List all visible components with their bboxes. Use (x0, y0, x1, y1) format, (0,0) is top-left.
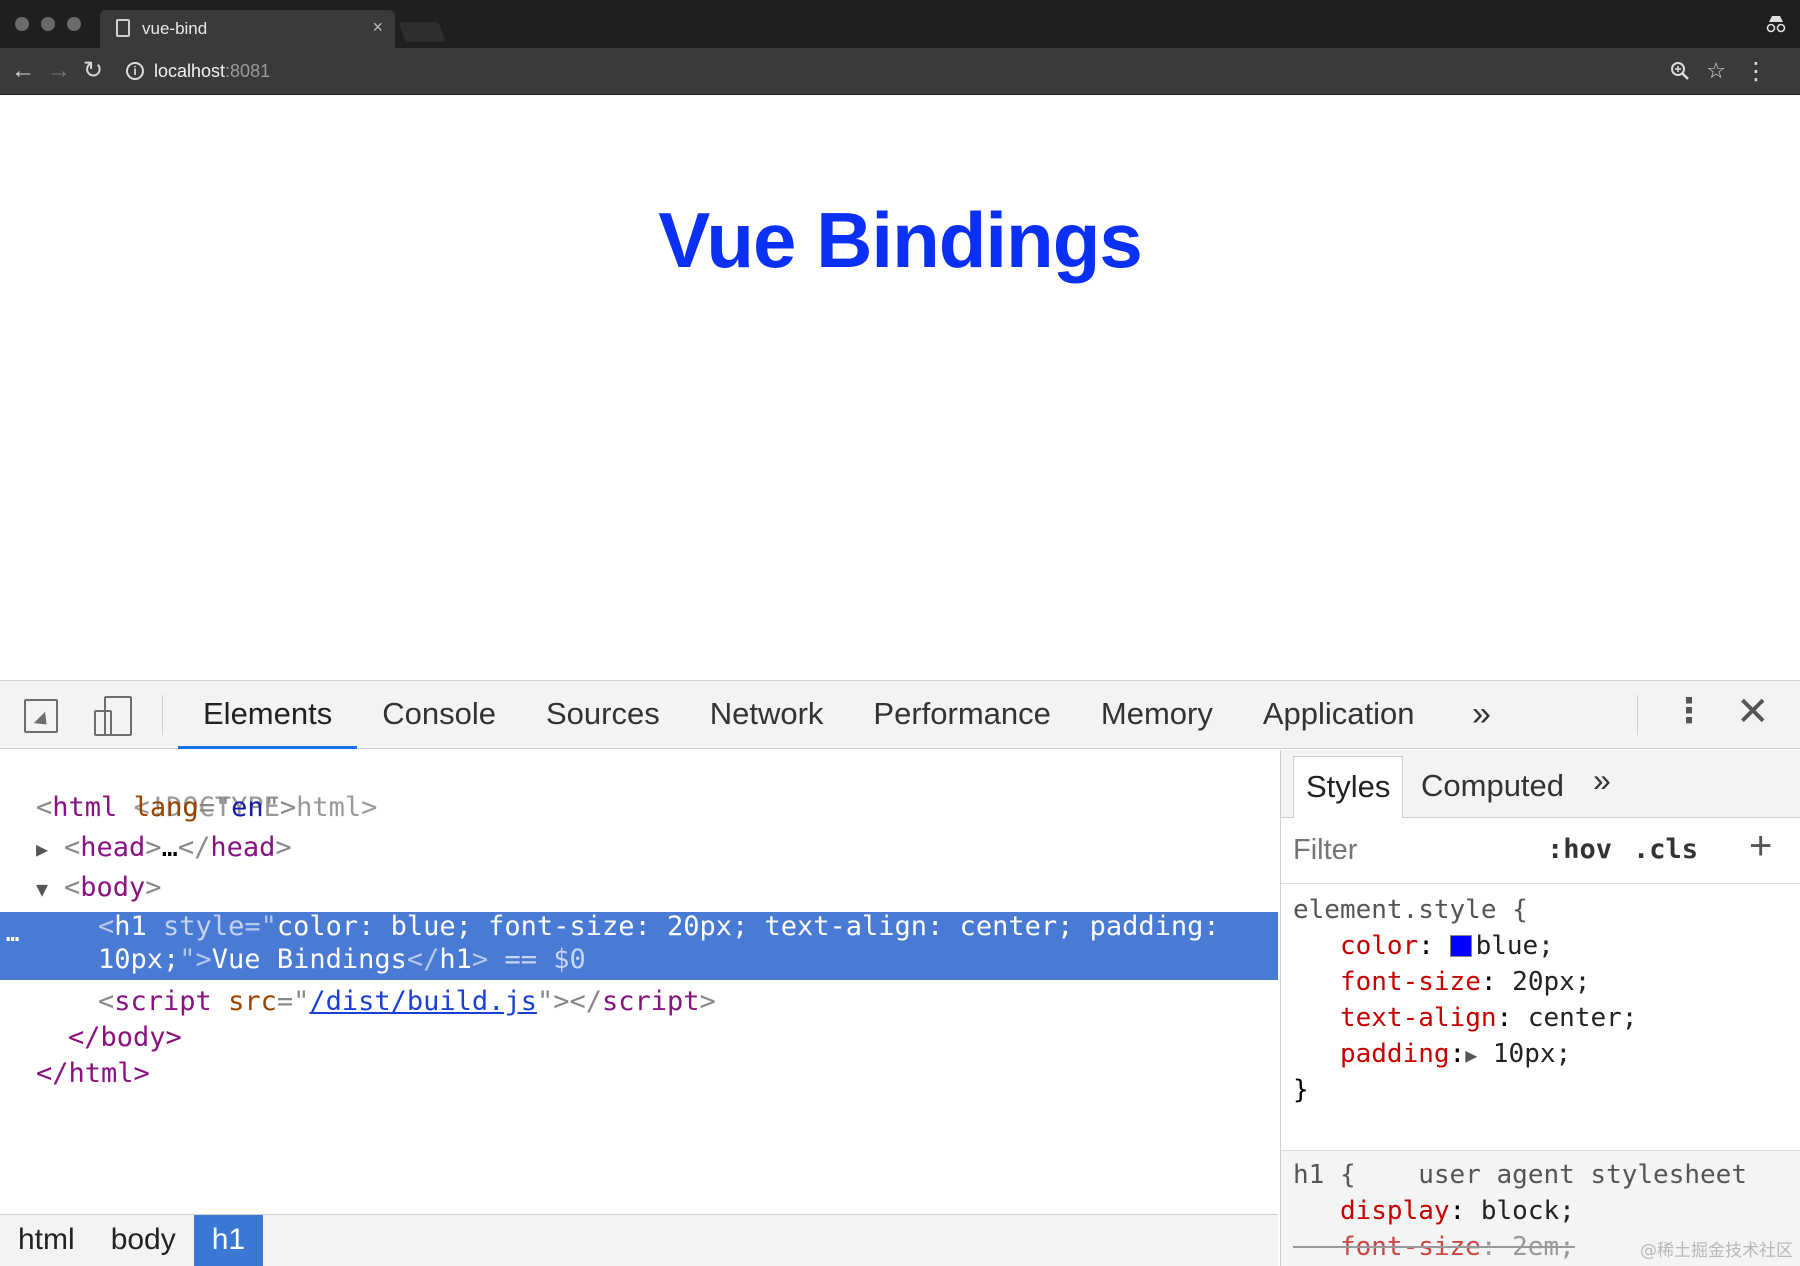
breadcrumb: html body h1 (0, 1214, 1278, 1266)
collapse-triangle-icon[interactable]: ▼ (36, 871, 64, 907)
reload-icon[interactable]: ↻ (83, 58, 103, 84)
ua-prop-display[interactable]: display: block; (1281, 1193, 1800, 1229)
elements-tree: <!DOCTYPE html> <html lang="en"> ▶ <head>… (0, 750, 1280, 1266)
dom-h1-line1: <h1 style="color: blue; font-size: 20px;… (98, 911, 1220, 942)
script-src-link[interactable]: /dist/build.js (309, 986, 537, 1017)
styles-filter-input[interactable] (1293, 834, 1493, 867)
style-prop-padding[interactable]: padding:▶ 10px; (1281, 1036, 1800, 1072)
styles-tabbar: Styles Computed » (1281, 750, 1800, 818)
ua-source-label: user agent stylesheet (1418, 1160, 1747, 1190)
dom-body-node[interactable]: ▼ <body> (36, 870, 162, 906)
devtools-panel: Elements Console Sources Network Perform… (0, 680, 1800, 1266)
maximize-window-button[interactable] (67, 17, 81, 31)
tab-sources[interactable]: Sources (521, 681, 685, 749)
tab-application[interactable]: Application (1238, 681, 1440, 749)
ua-rule-header: h1 { user agent stylesheet (1293, 1160, 1747, 1190)
page-viewport: Vue Bindings (0, 95, 1800, 680)
style-prop-text-align[interactable]: text-align: center; (1281, 1000, 1800, 1036)
incognito-icon (1766, 14, 1786, 34)
watermark: @稀土掘金技术社区 (1640, 1241, 1793, 1261)
zoom-icon[interactable] (1670, 61, 1690, 87)
user-agent-rule: h1 { user agent stylesheet display: bloc… (1281, 1150, 1800, 1266)
rule-selector[interactable]: element.style { (1281, 892, 1800, 928)
device-toolbar-icon[interactable] (94, 696, 132, 736)
devtools-menu-icon[interactable]: ⋮ (1672, 691, 1706, 731)
devtools-tabs: Elements Console Sources Network Perform… (178, 681, 1440, 749)
hover-state-toggle[interactable]: :hov (1547, 834, 1612, 865)
breadcrumb-h1[interactable]: h1 (193, 1215, 264, 1266)
page-heading: Vue Bindings (658, 196, 1142, 284)
bookmark-star-icon[interactable]: ☆ (1706, 58, 1726, 84)
new-tab-button[interactable] (398, 22, 446, 42)
devtools-close-icon[interactable]: ✕ (1736, 689, 1770, 735)
dom-html-node[interactable]: <html lang="en"> (36, 790, 296, 826)
dom-script-node[interactable]: <script src="/dist/build.js"></script> (98, 984, 716, 1020)
breadcrumb-body[interactable]: body (93, 1215, 194, 1266)
expand-triangle-icon[interactable]: ▶ (1465, 1043, 1477, 1067)
new-rule-icon[interactable]: + (1749, 824, 1772, 869)
tab-console[interactable]: Console (357, 681, 521, 749)
styles-pane: Styles Computed » :hov .cls + element.st… (1280, 750, 1800, 1266)
tab-elements[interactable]: Elements (178, 681, 358, 749)
class-toggle[interactable]: .cls (1633, 834, 1698, 865)
address-bar[interactable]: i localhost:8081 ☆ ⋮ (118, 55, 1778, 88)
tab-close-icon[interactable]: × (372, 17, 383, 38)
element-style-rule: element.style { color: blue; font-size: … (1281, 892, 1800, 1108)
style-prop-font-size[interactable]: font-size: 20px; (1281, 964, 1800, 1000)
more-panes-icon[interactable]: » (1593, 762, 1611, 799)
inspect-element-icon[interactable] (24, 699, 58, 733)
styles-filter-row: :hov .cls + (1281, 818, 1800, 884)
dom-h1-line2: 10px;">Vue Bindings</h1> == $0 (98, 944, 586, 975)
more-options-icon[interactable]: … (6, 922, 19, 947)
browser-tab[interactable]: vue-bind × (100, 10, 395, 48)
rule-close: } (1293, 1075, 1309, 1105)
browser-menu-icon[interactable]: ⋮ (1744, 57, 1768, 86)
style-prop-color[interactable]: color: blue; (1281, 928, 1800, 964)
toolbar-divider (1637, 695, 1638, 735)
forward-arrow-icon[interactable]: → (47, 58, 71, 84)
toolbar-divider (162, 695, 163, 735)
more-tabs-icon[interactable]: » (1472, 695, 1491, 734)
page-icon (116, 19, 130, 37)
tab-computed[interactable]: Computed (1409, 756, 1576, 818)
dom-h1-node-selected[interactable]: … <h1 style="color: blue; font-size: 20p… (0, 911, 1278, 980)
devtools-toolbar: Elements Console Sources Network Perform… (0, 681, 1800, 749)
tab-performance[interactable]: Performance (848, 681, 1075, 749)
color-swatch-icon[interactable] (1449, 935, 1472, 957)
tab-title: vue-bind (142, 19, 208, 38)
tab-styles[interactable]: Styles (1293, 756, 1404, 818)
tab-memory[interactable]: Memory (1076, 681, 1238, 749)
url-text[interactable]: localhost:8081 (154, 61, 270, 82)
tab-network[interactable]: Network (685, 681, 849, 749)
minimize-window-button[interactable] (41, 17, 55, 31)
dom-head-node[interactable]: ▶ <head>…</head> (36, 830, 292, 866)
browser-titlebar: vue-bind × (0, 0, 1800, 48)
close-window-button[interactable] (15, 17, 29, 31)
browser-toolbar: ← → ↻ i localhost:8081 ☆ ⋮ (0, 48, 1800, 95)
back-arrow-icon[interactable]: ← (11, 58, 35, 84)
dom-body-close[interactable]: </body> (68, 1020, 182, 1056)
expand-triangle-icon[interactable]: ▶ (36, 831, 64, 867)
info-icon[interactable]: i (126, 62, 144, 80)
dom-html-close[interactable]: </html> (36, 1056, 150, 1092)
breadcrumb-html[interactable]: html (0, 1215, 93, 1266)
dom-doctype[interactable]: <!DOCTYPE html> (36, 754, 378, 823)
